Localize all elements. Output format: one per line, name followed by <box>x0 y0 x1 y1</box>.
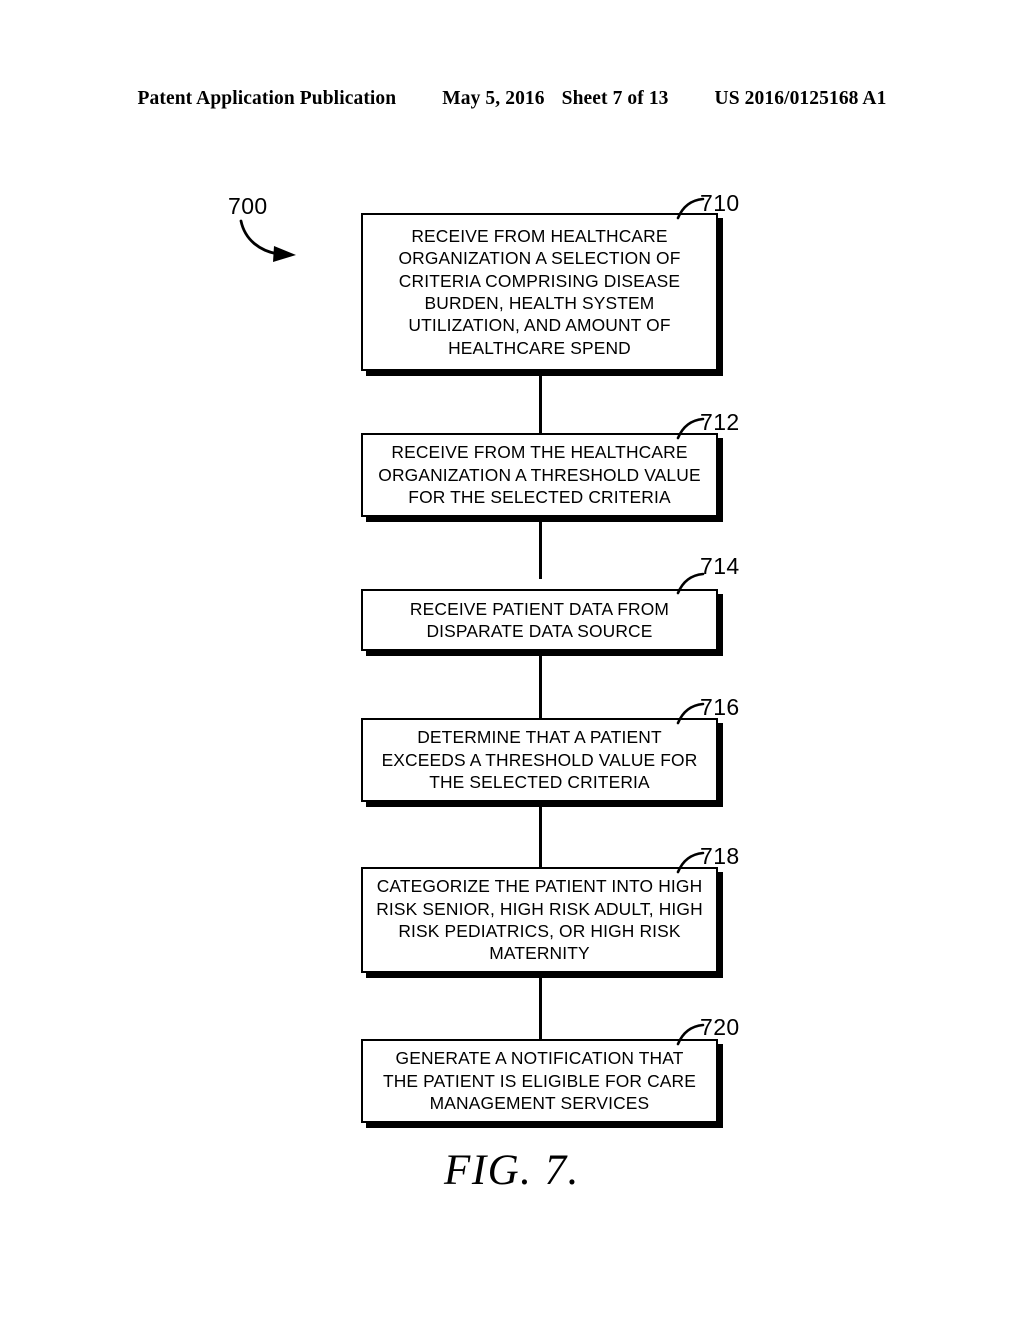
connector-710-712 <box>539 376 542 433</box>
flow-node-710: RECEIVE FROM HEALTHCARE ORGANIZATION A S… <box>361 213 718 371</box>
flow-node-714: RECEIVE PATIENT DATA FROM DISPARATE DATA… <box>361 589 718 651</box>
ref-numeral-714: 714 <box>700 553 740 579</box>
flow-node-712: RECEIVE FROM THE HEALTHCARE ORGANIZATION… <box>361 433 718 517</box>
connector-718-720 <box>539 978 542 1039</box>
diagram-reference-700: 700 <box>228 193 268 219</box>
flow-node-720: GENERATE A NOTIFICATION THAT THE PATIENT… <box>361 1039 718 1123</box>
ref-numeral-712: 712 <box>700 409 740 435</box>
connector-712-714 <box>539 522 542 579</box>
flow-node-718-text: CATEGORIZE THE PATIENT INTO HIGH RISK SE… <box>376 876 703 964</box>
flowchart-700: 700 RECEIVE FROM HEALTHCARE ORGANIZATION… <box>0 0 1024 1320</box>
flow-node-710-text: RECEIVE FROM HEALTHCARE ORGANIZATION A S… <box>398 225 681 358</box>
diagram-pointer-arrow <box>239 219 296 262</box>
figure-caption: FIG. 7. <box>444 1147 580 1194</box>
flow-node-720-text: GENERATE A NOTIFICATION THAT THE PATIENT… <box>382 1048 697 1114</box>
flow-node-716: DETERMINE THAT A PATIENT EXCEEDS A THRES… <box>361 718 718 802</box>
flow-node-718: CATEGORIZE THE PATIENT INTO HIGH RISK SE… <box>361 867 718 973</box>
flow-node-716-text: DETERMINE THAT A PATIENT EXCEEDS A THRES… <box>381 727 698 793</box>
flow-node-712-text: RECEIVE FROM THE HEALTHCARE ORGANIZATION… <box>378 442 701 508</box>
ref-numeral-716: 716 <box>700 694 740 720</box>
flow-node-714-text: RECEIVE PATIENT DATA FROM DISPARATE DATA… <box>409 598 670 641</box>
ref-numeral-718: 718 <box>700 843 740 869</box>
connector-716-718 <box>539 807 542 867</box>
ref-numeral-710: 710 <box>700 190 740 216</box>
ref-numeral-720: 720 <box>700 1014 740 1040</box>
connector-714-716 <box>539 656 542 718</box>
